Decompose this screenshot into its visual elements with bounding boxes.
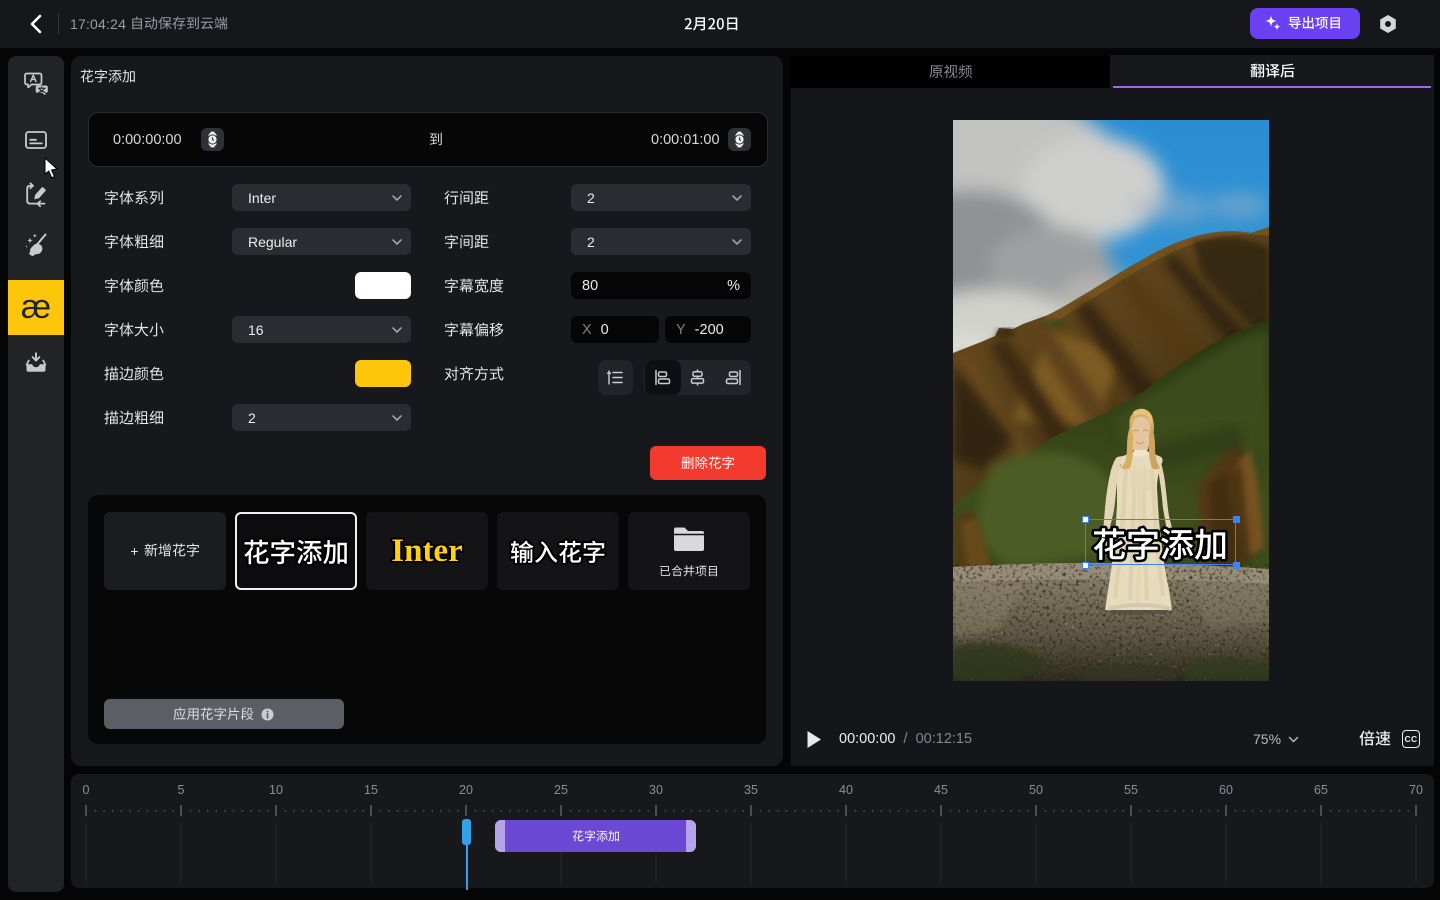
svg-text:Inter: Inter <box>391 533 462 569</box>
